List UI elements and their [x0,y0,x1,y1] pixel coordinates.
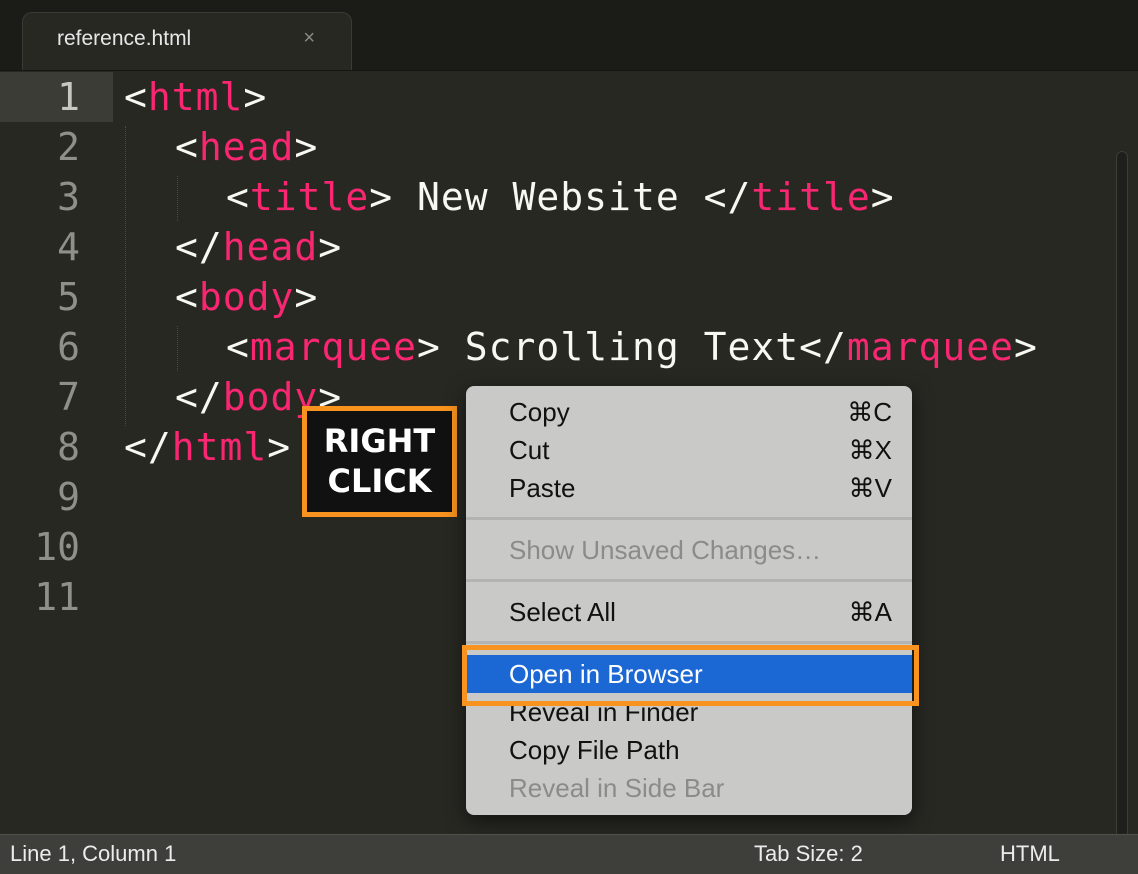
menu-item-reveal-in-side-bar: Reveal in Side Bar [509,773,725,803]
menu-item-select-all[interactable]: Select All ⌘A [466,593,912,631]
tag-name: body [198,275,295,319]
code-text: <html> [124,75,268,119]
line-number: 1 [57,75,80,119]
menu-separator [466,641,912,644]
code-text: <marquee> Scrolling Text</marquee> [226,325,1038,369]
menu-item-reveal-in-finder[interactable]: Reveal in Finder [466,693,912,731]
line-number: 4 [57,225,80,269]
syntax-selector[interactable]: HTML [1000,835,1060,873]
menu-item-show-unsaved-changes: Show Unsaved Changes… [509,535,822,565]
code-line: 1 <html> [0,72,1100,122]
tag-name: title [751,175,871,219]
tab-bar: reference.html × [0,0,1138,71]
tab-reference-html[interactable]: reference.html × [22,12,352,70]
status-bar: Line 1, Column 1 Tab Size: 2 HTML [0,834,1138,874]
code-line: 6 <marquee> Scrolling Text</marquee> [0,322,1100,372]
line-number: 10 [34,525,80,569]
tag-name: marquee [249,325,418,369]
tab-size-selector[interactable]: Tab Size: 2 [754,835,863,873]
context-menu: Copy ⌘C Cut ⌘X Paste ⌘V Show Unsaved Cha… [466,386,912,815]
line-number: 5 [57,275,80,319]
cursor-position: Line 1, Column 1 [10,841,177,866]
code-text: <body> [175,275,319,319]
line-number: 9 [57,475,80,519]
menu-separator [466,517,912,520]
tag-name: head [198,125,295,169]
line-number: 2 [57,125,80,169]
line-number: 6 [57,325,80,369]
code-text: <head> [175,125,319,169]
menu-item-copy-file-path[interactable]: Copy File Path [466,731,912,769]
tag-name: html [171,425,268,469]
tag-name: marquee [846,325,1015,369]
code-text: </html> [124,425,292,469]
shortcut-label: ⌘V [848,473,892,503]
menu-item-paste[interactable]: Paste ⌘V [466,469,912,507]
tab-title: reference.html [57,27,192,50]
shortcut-label: ⌘X [848,435,892,465]
menu-item-cut[interactable]: Cut ⌘X [466,431,912,469]
line-number: 7 [57,375,80,419]
code-line: 2 <head> [0,122,1100,172]
code-line: 3 <title> New Website </title> [0,172,1100,222]
annotation-line-1: RIGHT [323,422,436,460]
vertical-scrollbar[interactable] [1116,151,1128,874]
line-number: 11 [34,575,80,619]
tag-name: html [147,75,244,119]
editor-window: reference.html × 1 <html> 2 <head> 3 <ti… [0,0,1138,874]
code-line: 5 <body> [0,272,1100,322]
menu-separator [466,579,912,582]
annotation-line-2: CLICK [327,462,432,500]
menu-item-open-in-browser[interactable]: Open in Browser [466,655,912,693]
menu-item-copy[interactable]: Copy ⌘C [466,393,912,431]
right-click-annotation: RIGHT CLICK [302,406,457,517]
line-number: 8 [57,425,80,469]
shortcut-label: ⌘A [848,597,892,627]
code-text: <title> New Website </title> [226,175,895,219]
tag-name: head [222,225,319,269]
close-icon[interactable]: × [303,27,315,50]
code-line: 4 </head> [0,222,1100,272]
code-text: </head> [175,225,343,269]
shortcut-label: ⌘C [847,397,892,427]
tag-name: title [249,175,370,219]
line-number: 3 [57,175,80,219]
